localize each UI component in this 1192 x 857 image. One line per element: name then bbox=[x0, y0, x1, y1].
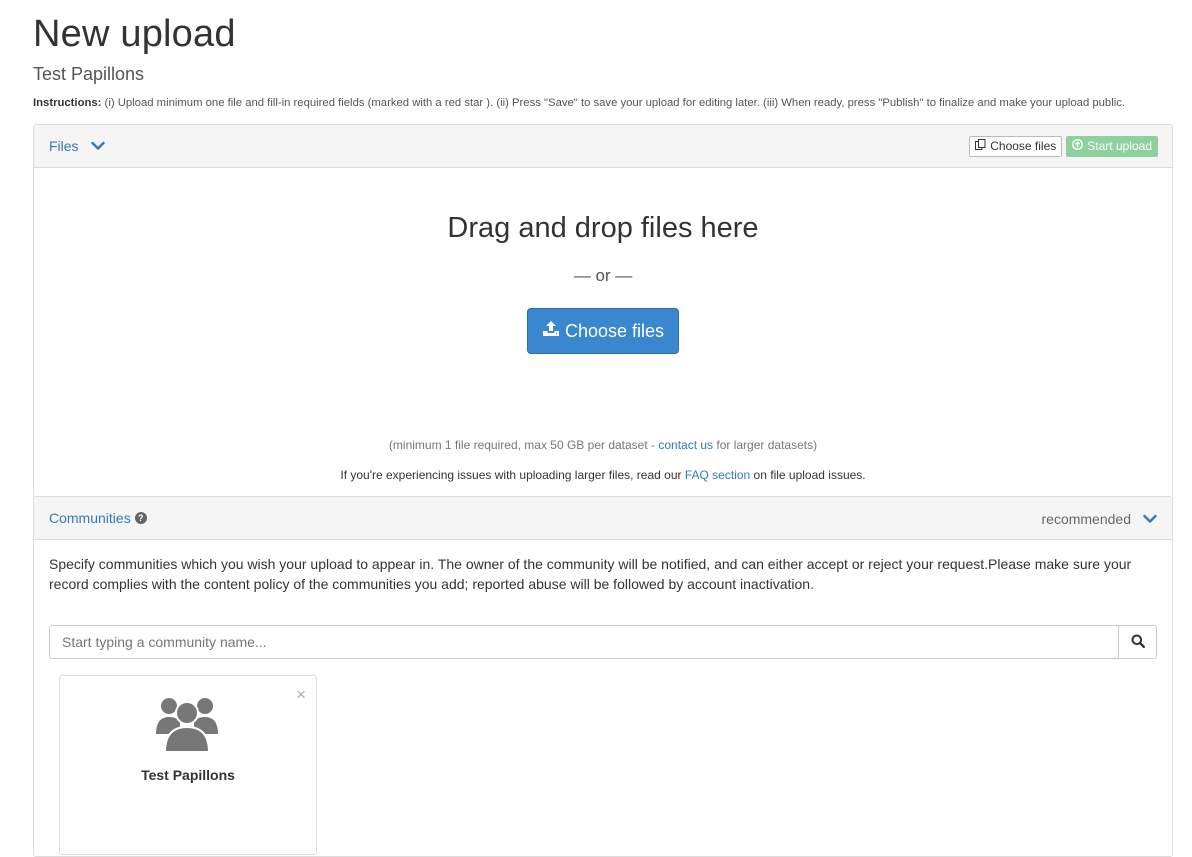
copy-icon bbox=[975, 137, 986, 156]
communities-description: Specify communities which you wish your … bbox=[49, 556, 1132, 592]
community-search-button[interactable] bbox=[1118, 625, 1157, 659]
chevron-down-icon bbox=[1143, 514, 1157, 524]
recommended-label: recommended bbox=[1041, 510, 1132, 527]
community-card: × Test Papillons bbox=[59, 675, 317, 855]
choose-files-small-button[interactable]: Choose files bbox=[969, 136, 1063, 157]
upload-issue-prefix: If you're experiencing issues with uploa… bbox=[340, 468, 685, 482]
drop-title: Drag and drop files here bbox=[447, 212, 759, 244]
faq-link[interactable]: FAQ section bbox=[685, 468, 750, 482]
close-icon[interactable]: × bbox=[296, 686, 306, 703]
file-limit-note: (minimum 1 file required, max 50 GB per … bbox=[34, 438, 1172, 452]
communities-panel: Communities ? recommended Specify commun… bbox=[33, 497, 1173, 857]
start-upload-label: Start upload bbox=[1087, 139, 1152, 153]
instructions-text: (i) Upload minimum one file and fill-in … bbox=[101, 97, 1126, 109]
communities-heading: Communities bbox=[49, 510, 131, 526]
instructions-label: Instructions: bbox=[33, 97, 102, 109]
upload-issue-suffix: on file upload issues. bbox=[750, 468, 866, 482]
page-title: New upload bbox=[33, 13, 236, 55]
files-panel-heading: Files Choose files Start upload bbox=[34, 125, 1172, 168]
files-heading: Files bbox=[49, 138, 79, 154]
instructions: Instructions: (i) Upload minimum one fil… bbox=[33, 97, 1173, 109]
file-limit-note-suffix: for larger datasets) bbox=[713, 438, 818, 452]
file-drop-zone[interactable]: Drag and drop files here — or — Choose f… bbox=[34, 168, 1172, 496]
page-subtitle: Test Papillons bbox=[33, 64, 145, 84]
community-search bbox=[49, 625, 1157, 659]
file-limit-note-prefix: (minimum 1 file required, max 50 GB per … bbox=[388, 438, 659, 452]
recommended-toggle[interactable]: recommended bbox=[1042, 497, 1158, 540]
community-search-input[interactable] bbox=[49, 625, 1118, 659]
chevron-down-icon bbox=[90, 141, 105, 151]
communities-panel-heading: Communities ? recommended bbox=[34, 497, 1172, 540]
help-icon[interactable]: ? bbox=[134, 512, 147, 524]
choose-files-small-label: Choose files bbox=[990, 139, 1057, 153]
contact-us-link[interactable]: contact us bbox=[658, 438, 713, 452]
choose-files-label: Choose files bbox=[564, 320, 665, 341]
choose-files-button[interactable]: Choose files bbox=[527, 308, 679, 354]
search-icon bbox=[1131, 634, 1145, 651]
files-heading-actions: Choose files Start upload bbox=[969, 136, 1158, 157]
drop-or: — or — bbox=[573, 266, 633, 285]
users-icon bbox=[156, 694, 218, 757]
communities-toggle[interactable]: Communities ? bbox=[49, 510, 147, 526]
community-name: Test Papillons bbox=[141, 767, 235, 783]
upload-icon bbox=[542, 320, 560, 342]
upload-circle-icon bbox=[1072, 137, 1084, 156]
files-toggle[interactable]: Files bbox=[49, 138, 105, 154]
files-panel: Files Choose files Start upload Drag and… bbox=[33, 124, 1173, 497]
upload-issue-note: If you're experiencing issues with uploa… bbox=[34, 468, 1172, 482]
start-upload-button[interactable]: Start upload bbox=[1066, 136, 1158, 157]
